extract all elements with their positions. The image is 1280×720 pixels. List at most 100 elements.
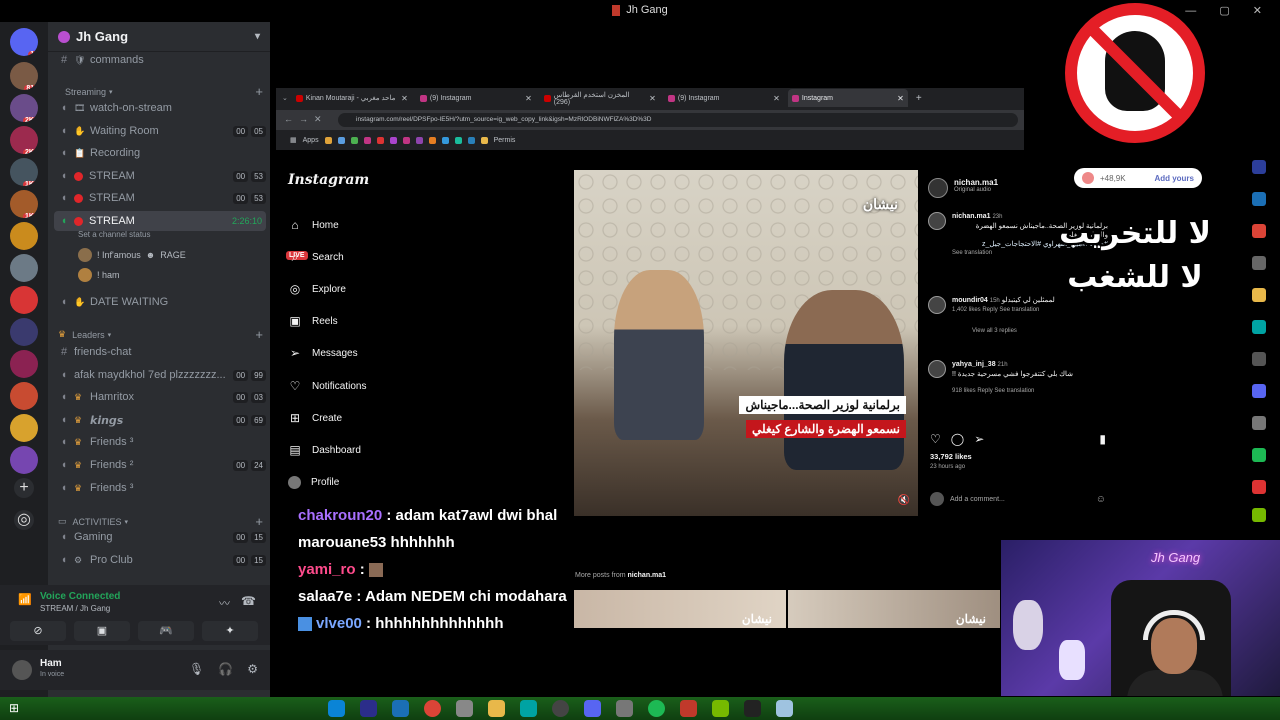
server-icon[interactable]: 2K+ xyxy=(10,94,38,122)
voice-connected-channel[interactable]: STREAM / Jh Gang xyxy=(40,604,110,613)
obs-icon[interactable] xyxy=(552,700,569,717)
server-icon[interactable]: 2K+ xyxy=(10,126,38,154)
ig-nav-create[interactable]: ⊞ Create xyxy=(288,411,342,425)
emoji-icon[interactable]: ☺ xyxy=(1096,494,1106,505)
nvidia-icon[interactable] xyxy=(1252,508,1266,522)
avatar[interactable] xyxy=(928,212,946,230)
steam-icon[interactable] xyxy=(1252,192,1266,206)
browser-tab[interactable]: (9) Instagram ✕ xyxy=(416,89,536,107)
guild-header[interactable]: Jh Gang ▾ xyxy=(48,22,270,52)
reel-video[interactable]: نيشان برلمانية لوزير الصحة...ماجيناش نسم… xyxy=(574,170,918,516)
discord-icon[interactable] xyxy=(584,700,601,717)
ig-nav-dashboard[interactable]: ▤ Dashboard xyxy=(288,443,361,457)
add-channel-icon[interactable]: + xyxy=(255,84,263,99)
bookmark-icon[interactable] xyxy=(441,136,449,144)
server-icon[interactable]: 1K+ xyxy=(10,190,38,218)
discover-icon[interactable]: ◎ xyxy=(14,510,34,530)
server-icon[interactable] xyxy=(10,286,38,314)
channel-date-waiting[interactable]: ◖ ✋ DATE WAITING xyxy=(54,292,266,312)
ig-nav-reels[interactable]: ▣ Reels xyxy=(288,314,337,328)
app-icon[interactable] xyxy=(744,700,761,717)
channel-stream-active[interactable]: ◖ STREAM 2:26:10 xyxy=(54,211,266,231)
nvidia-icon[interactable] xyxy=(712,700,729,717)
app-icon[interactable] xyxy=(1252,480,1266,494)
app-icon[interactable] xyxy=(680,700,697,717)
server-icon[interactable] xyxy=(10,254,38,282)
headphones-icon[interactable]: 🎧 xyxy=(218,662,233,676)
app-icon[interactable] xyxy=(776,700,793,717)
app-icon[interactable] xyxy=(520,700,537,717)
server-icon[interactable] xyxy=(10,350,38,378)
close-icon[interactable]: ✕ xyxy=(525,94,532,103)
channel-friends[interactable]: ◖ ♛ Friends ³ xyxy=(54,432,266,452)
address-bar[interactable]: instagram.com/reel/DPSFpo-lE5H/?utm_sour… xyxy=(338,113,1018,127)
tab-search-icon[interactable]: ⌄ xyxy=(282,94,288,102)
bookmark-icon[interactable] xyxy=(350,136,358,144)
channel-waiting-room[interactable]: ◖ ✋ Waiting Room 00 05 xyxy=(54,121,266,141)
obs-icon[interactable] xyxy=(1252,352,1266,366)
add-yours-pill[interactable]: +48,9K Add yours xyxy=(1074,168,1202,188)
close-icon[interactable]: ✕ xyxy=(401,94,408,103)
add-comment-field[interactable]: Add a comment... ☺ xyxy=(930,492,1106,506)
channel-commands[interactable]: # 🛡 commands xyxy=(54,50,266,70)
share-icon[interactable]: ➢ xyxy=(974,432,984,446)
camera-off-icon[interactable]: ⊘ xyxy=(10,621,66,641)
mute-icon[interactable]: 🔇 xyxy=(898,495,910,506)
file-explorer-icon[interactable] xyxy=(488,700,505,717)
apps-icon[interactable]: ▦ xyxy=(290,136,297,144)
server-icon[interactable] xyxy=(10,318,38,346)
browser-tab[interactable]: المخزن استخدم القرطاس (296) ✕ xyxy=(540,89,660,107)
likes-count[interactable]: 33,792 likes xyxy=(930,452,972,461)
app-icon[interactable] xyxy=(456,700,473,717)
browser-tab[interactable]: Kinan Moutaraji - ماحد مغربي ✕ xyxy=(292,89,412,107)
post-header[interactable]: nichan.ma1 Original audio xyxy=(928,178,998,198)
save-icon[interactable]: ▮ xyxy=(1099,432,1106,446)
ig-nav-messages[interactable]: ➢ Messages xyxy=(288,346,358,360)
ig-nav-search[interactable]: ⌕ Search xyxy=(288,250,344,265)
gear-icon[interactable]: ⚙ xyxy=(247,662,258,676)
bookmark-icon[interactable] xyxy=(467,136,475,144)
close-icon[interactable]: ✕ xyxy=(649,94,656,103)
folder-icon[interactable] xyxy=(480,136,488,144)
bookmark-icon[interactable] xyxy=(363,136,371,144)
channel-stream[interactable]: ◖ STREAM 00 53 xyxy=(54,188,266,208)
bookmark-icon[interactable] xyxy=(337,136,345,144)
spotify-icon[interactable] xyxy=(1252,448,1266,462)
channel-afak[interactable]: ◖ afak maydkhol 7ed plzzzzzzz... 00 99 xyxy=(54,365,266,385)
channel-hamritox[interactable]: ◖ ♛ Hamritox 00 03 xyxy=(54,387,266,407)
channel-gaming[interactable]: ◖ Gaming 00 15 xyxy=(54,527,266,547)
window-controls[interactable]: — ▢ ✕ xyxy=(1185,4,1272,17)
bookmark-icon[interactable] xyxy=(415,136,423,144)
channel-watch-on-stream[interactable]: ◖ 🎞 watch-on-stream xyxy=(54,98,266,118)
bookmark-icon[interactable] xyxy=(428,136,436,144)
voice-user[interactable]: ! ham xyxy=(78,268,120,282)
server-icon[interactable] xyxy=(10,446,38,474)
windows-start-icon[interactable]: ⊞ xyxy=(9,701,23,715)
server-icon[interactable]: 1K+ xyxy=(10,158,38,186)
category-streaming[interactable]: Streaming ▾ + xyxy=(58,84,263,99)
server-icon[interactable] xyxy=(10,414,38,442)
noise-suppression-icon[interactable]: 〰 xyxy=(219,595,230,611)
bookmark-apps[interactable]: Apps xyxy=(303,137,319,144)
microphone-icon[interactable]: 🎙 xyxy=(189,662,204,676)
steam-icon[interactable] xyxy=(392,700,409,717)
folder-icon[interactable] xyxy=(1252,288,1266,302)
edge-icon[interactable] xyxy=(328,700,345,717)
app-icon[interactable] xyxy=(1252,416,1266,430)
ig-nav-explore[interactable]: ◎ Explore xyxy=(288,282,346,296)
screen-share-icon[interactable]: ▣ xyxy=(74,621,130,641)
channel-friends[interactable]: ◖ ♛ Friends ³ xyxy=(54,478,266,498)
soundboard-icon[interactable]: ✦ xyxy=(202,621,258,641)
ig-nav-notifications[interactable]: ♡ Notifications xyxy=(288,379,367,393)
add-channel-icon[interactable]: + xyxy=(255,327,263,342)
close-icon[interactable]: ✕ xyxy=(897,94,904,103)
bookmark-icon[interactable] xyxy=(402,136,410,144)
bookmark-icon[interactable] xyxy=(389,136,397,144)
new-tab-icon[interactable]: + xyxy=(916,93,922,104)
avatar[interactable] xyxy=(928,360,946,378)
premiere-icon[interactable] xyxy=(1252,160,1266,174)
channel-stream[interactable]: ◖ STREAM 00 53 xyxy=(54,166,266,186)
instagram-logo[interactable]: Instagram xyxy=(288,172,369,188)
bookmark-permis[interactable]: Permis xyxy=(494,137,516,144)
channel-pro-club[interactable]: ◖ ⚙ Pro Club 00 15 xyxy=(54,550,266,570)
